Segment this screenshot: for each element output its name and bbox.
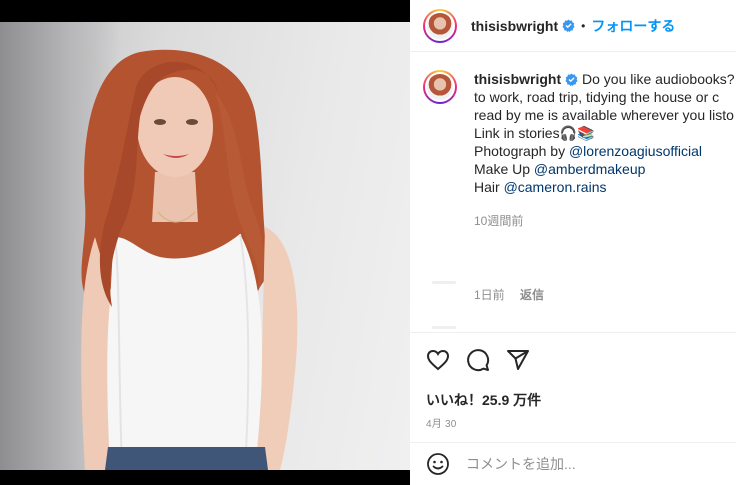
avatar[interactable] (423, 8, 457, 43)
post-panel: thisisbwright • フォローする thisisbwright Do … (410, 0, 736, 485)
follow-button[interactable]: フォローする (591, 16, 675, 36)
comment-time[interactable]: 1日前 (474, 288, 505, 302)
caption-username[interactable]: thisisbwright (474, 71, 561, 87)
add-comment-bar (410, 442, 736, 485)
reply-button[interactable]: 返信 (520, 288, 544, 302)
comment-placeholder (432, 326, 456, 329)
caption-line: Do you like audiobooks? (582, 71, 735, 87)
actions-section: いいね！25.9 万件 4月 30 (410, 332, 736, 442)
caption-line: to work, road trip, tidying the house or… (474, 89, 720, 105)
mention-link[interactable]: @cameron.rains (504, 179, 607, 195)
caption-line: read by me is available wherever you lis… (474, 107, 734, 123)
heart-icon[interactable] (426, 348, 450, 372)
share-icon[interactable] (506, 348, 530, 372)
caption-time[interactable]: 10週間前 (474, 212, 735, 230)
mention-link[interactable]: @lorenzoagiusofficial (569, 143, 702, 159)
credit-label: Hair (474, 179, 504, 195)
username-link[interactable]: thisisbwright (471, 18, 558, 34)
credit-label: Photograph by (474, 143, 569, 159)
separator-dot: • (581, 18, 586, 33)
comment-icon[interactable] (466, 348, 490, 372)
comment-placeholder (432, 281, 456, 284)
comment-input[interactable] (466, 456, 706, 472)
verified-badge-icon (562, 19, 575, 32)
comment-meta: 1日前 返信 (474, 286, 556, 303)
photo-subject (81, 49, 298, 470)
post-header: thisisbwright • フォローする (410, 0, 736, 52)
mention-link[interactable]: @amberdmakeup (534, 161, 646, 177)
post-date[interactable]: 4月 30 (426, 415, 456, 430)
verified-badge-icon (565, 73, 578, 86)
post-photo[interactable] (0, 0, 410, 485)
action-icons (426, 348, 530, 372)
likes-count[interactable]: いいね！25.9 万件 (426, 390, 541, 410)
caption-text: thisisbwright Do you like audiobooks? to… (474, 70, 735, 230)
credit-label: Make Up (474, 161, 534, 177)
caption: thisisbwright Do you like audiobooks? to… (423, 70, 736, 230)
caption-line: Link in stories🎧📚 (474, 125, 595, 141)
emoji-icon[interactable] (426, 452, 450, 476)
caption-avatar[interactable] (423, 70, 457, 104)
